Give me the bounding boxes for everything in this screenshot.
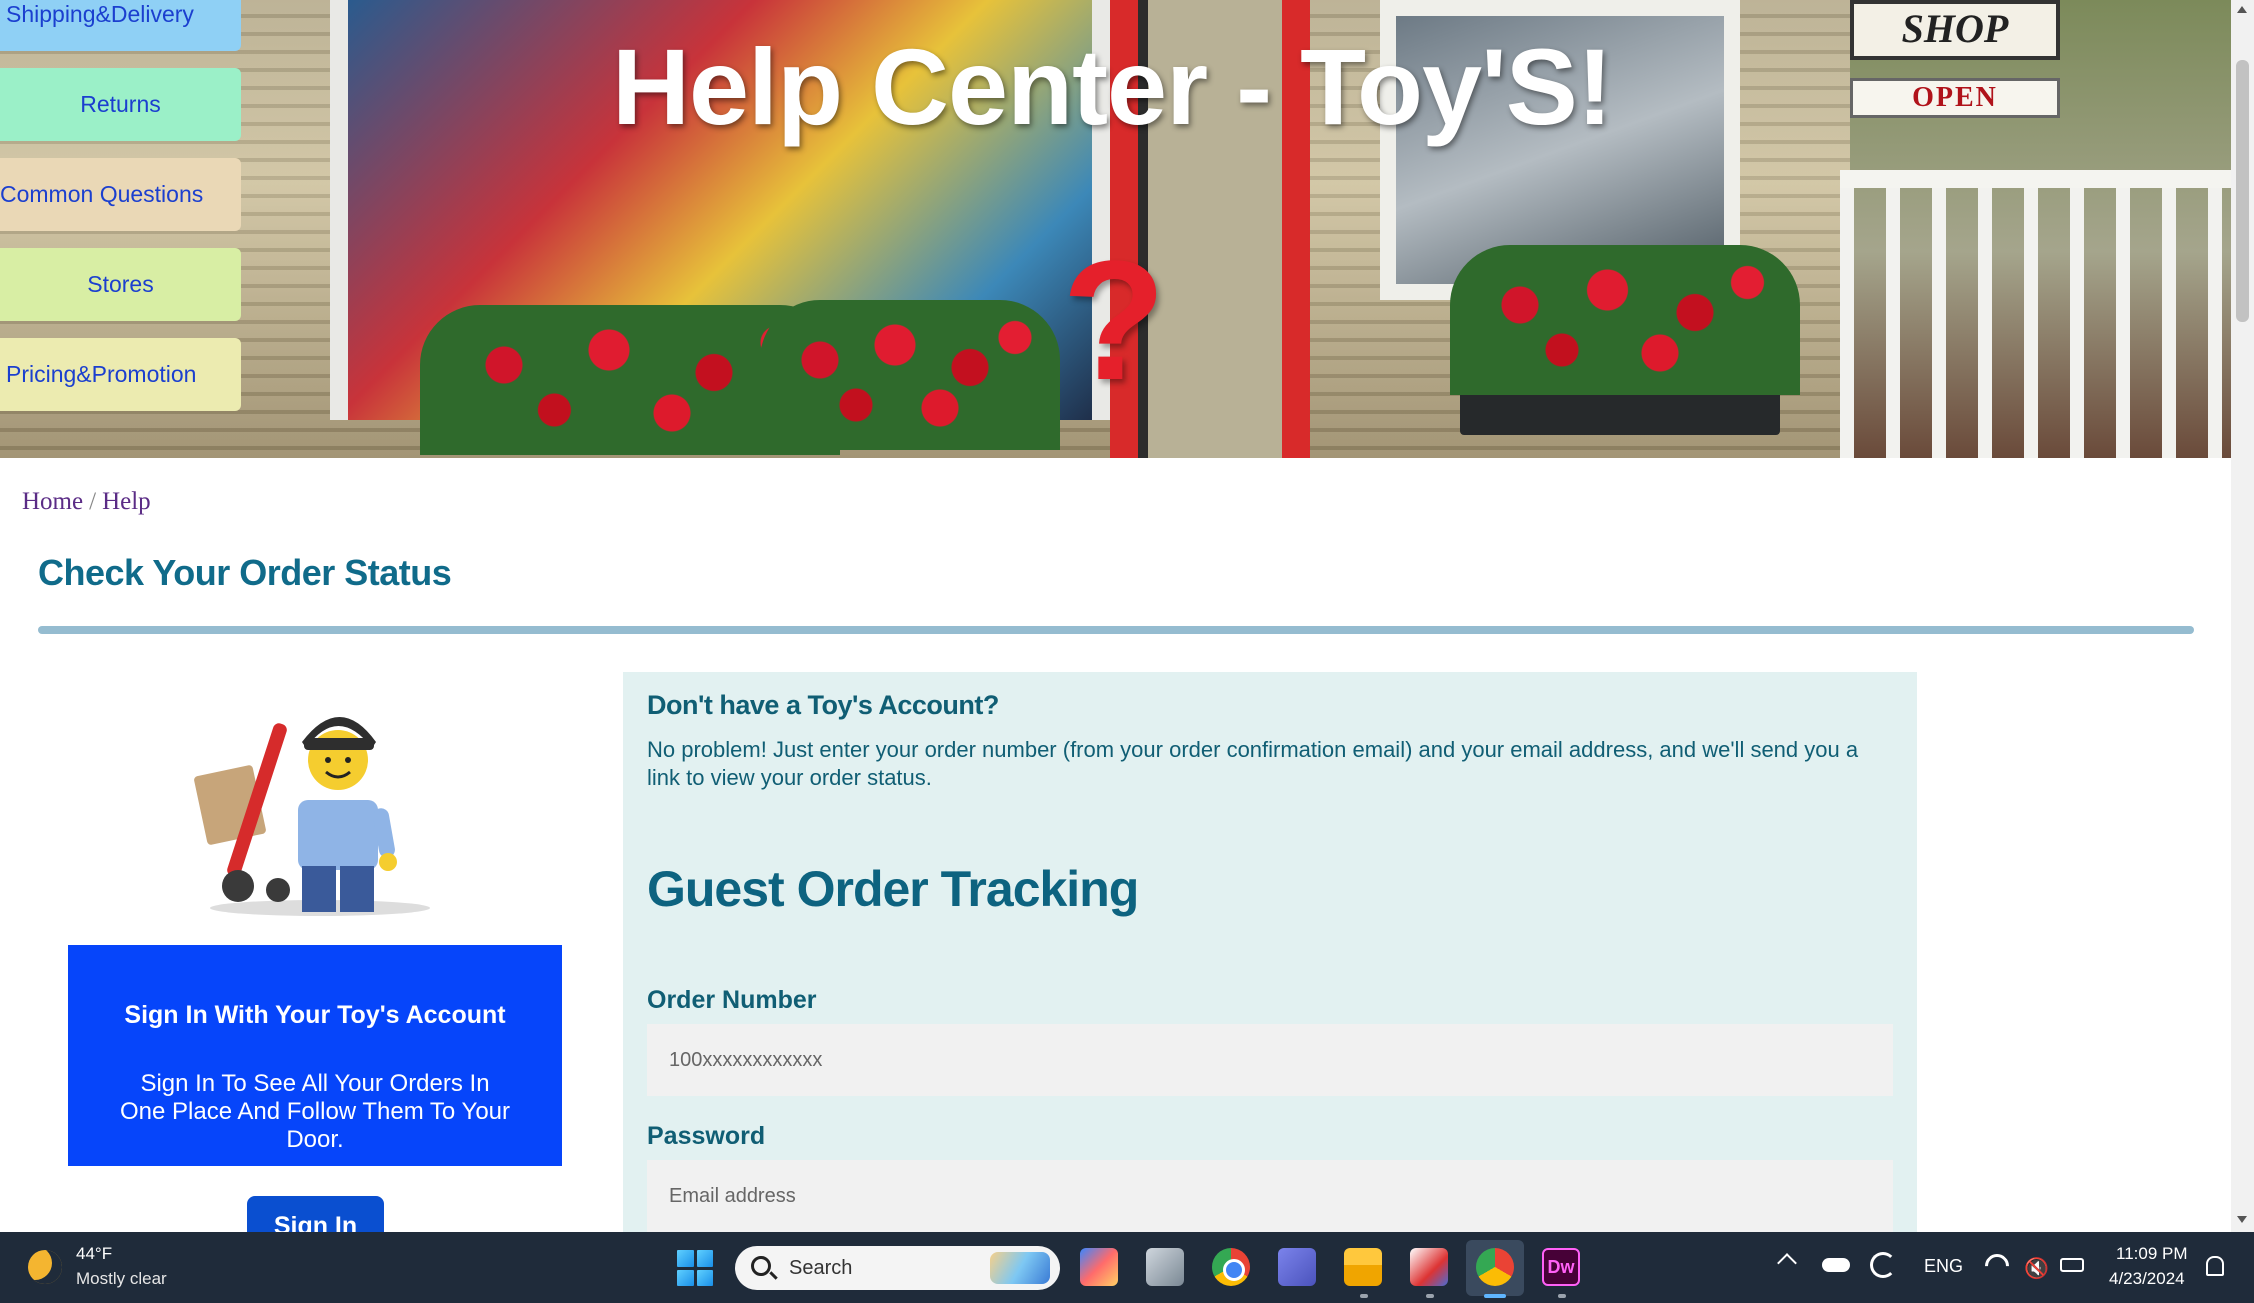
order-number-input[interactable] xyxy=(647,1024,1893,1096)
windows-start-icon[interactable] xyxy=(677,1250,713,1286)
sign-in-button[interactable]: Sign In xyxy=(247,1196,384,1232)
chrome-profile-icon[interactable] xyxy=(1476,1248,1514,1286)
snipping-tool-icon[interactable] xyxy=(1410,1248,1448,1286)
porch-railing xyxy=(1840,170,2231,458)
nav-returns[interactable]: Returns xyxy=(0,68,241,141)
nav-common-questions[interactable]: Common Questions xyxy=(0,158,241,231)
clock-time[interactable]: 11:09 PM xyxy=(2116,1244,2188,1264)
red-flowers xyxy=(760,300,1060,450)
scroll-down-icon[interactable] xyxy=(2237,1216,2247,1223)
page-title: Help Center - Toy'S! xyxy=(612,26,1613,147)
sync-icon[interactable] xyxy=(1870,1252,1896,1278)
chrome-icon[interactable] xyxy=(1212,1248,1250,1286)
moon-weather-icon[interactable] xyxy=(28,1250,62,1284)
wifi-icon[interactable] xyxy=(1980,1249,2014,1283)
order-number-label: Order Number xyxy=(647,986,817,1014)
open-sign: OPEN xyxy=(1850,78,2060,118)
active-indicator xyxy=(1484,1294,1506,1298)
weather-temperature[interactable]: 44°F xyxy=(76,1244,112,1264)
running-indicator xyxy=(1558,1294,1566,1298)
password-label: Password xyxy=(647,1122,766,1150)
hero-banner: SHOP OPEN Help Center - Toy'S! ? xyxy=(0,0,2231,458)
guest-order-panel: Don't have a Toy's Account? No problem! … xyxy=(623,672,1917,1232)
signin-description: Sign In To See All Your Orders In One Pl… xyxy=(119,1070,511,1153)
copilot-icon[interactable] xyxy=(1080,1248,1118,1286)
scrollbar-thumb[interactable] xyxy=(2236,60,2249,322)
search-label: Search xyxy=(789,1257,853,1279)
clock-date[interactable]: 4/23/2024 xyxy=(2109,1269,2185,1289)
breadcrumb: Home / Help xyxy=(22,488,151,516)
nav-stores[interactable]: Stores xyxy=(0,248,241,321)
language-indicator[interactable]: ENG xyxy=(1924,1256,1963,1277)
scroll-up-icon[interactable] xyxy=(2237,6,2247,13)
signin-panel: Sign In With Your Toy's Account Sign In … xyxy=(68,945,562,1166)
no-account-heading: Don't have a Toy's Account? xyxy=(647,690,999,720)
section-divider xyxy=(38,626,2194,634)
email-field[interactable] xyxy=(647,1160,1893,1232)
running-indicator xyxy=(1360,1294,1368,1298)
notification-bell-icon[interactable] xyxy=(2206,1256,2224,1276)
taskbar-search[interactable]: Search xyxy=(735,1246,1060,1290)
guest-description: No problem! Just enter your order number… xyxy=(647,737,1859,790)
running-indicator xyxy=(1426,1294,1434,1298)
guest-tracking-title: Guest Order Tracking xyxy=(647,861,1139,917)
file-explorer-icon[interactable] xyxy=(1344,1248,1382,1286)
breadcrumb-home[interactable]: Home xyxy=(22,488,83,515)
search-highlight-icon xyxy=(990,1252,1050,1284)
vertical-scrollbar[interactable] xyxy=(2231,0,2254,1232)
search-icon xyxy=(751,1256,771,1276)
teams-icon[interactable] xyxy=(1278,1248,1316,1286)
red-flowers xyxy=(1450,245,1800,395)
signin-heading: Sign In With Your Toy's Account xyxy=(124,1001,506,1029)
dreamweaver-icon[interactable]: Dw xyxy=(1542,1248,1580,1286)
breadcrumb-current[interactable]: Help xyxy=(102,488,151,515)
webpage: SHOP OPEN Help Center - Toy'S! ? Shippin… xyxy=(0,0,2231,1232)
windows-taskbar: 44°F Mostly clear Search Dw ENG 🔇 11:09 … xyxy=(0,1232,2254,1303)
question-mark-icon: ? xyxy=(1062,226,1166,416)
section-title: Check Your Order Status xyxy=(38,552,452,593)
nav-shipping-delivery[interactable]: Shipping&Delivery xyxy=(0,0,241,51)
onedrive-cloud-icon[interactable] xyxy=(1822,1258,1850,1272)
nav-pricing-promotion[interactable]: Pricing&Promotion xyxy=(0,338,241,411)
shop-sign: SHOP xyxy=(1850,0,2060,60)
volume-muted-icon[interactable]: 🔇 xyxy=(2024,1256,2049,1280)
weather-description[interactable]: Mostly clear xyxy=(76,1269,167,1289)
chevron-up-icon[interactable] xyxy=(1777,1253,1797,1273)
battery-icon[interactable] xyxy=(2060,1258,2084,1272)
task-view-icon[interactable] xyxy=(1146,1248,1184,1286)
breadcrumb-separator: / xyxy=(89,488,97,515)
lego-delivery-figure xyxy=(194,717,430,916)
